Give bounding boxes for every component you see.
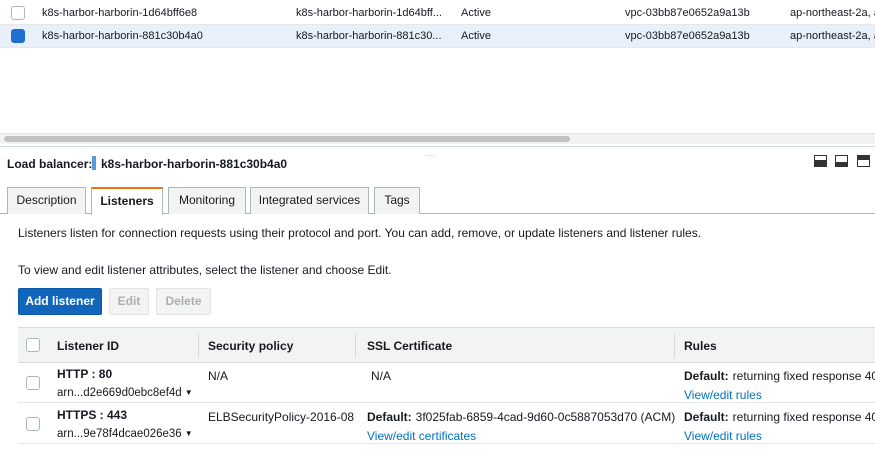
column-header[interactable]: Security policy [208,339,293,353]
row-checkbox[interactable] [11,6,25,20]
detail-tabs: Description Listeners Monitoring Integra… [0,187,875,215]
pane-splitter[interactable] [0,146,875,151]
lb-dns-cell: k8s-harbor-harborin-881c30... [296,30,442,42]
lb-name-cell: k8s-harbor-harborin-881c30b4a0 [42,30,203,42]
rules-default-label: Default: [684,410,729,424]
listener-arn[interactable]: arn...d2e669d0ebc8ef4d ▼ [57,387,193,399]
column-divider [198,334,199,358]
rules-summary: Default: returning fixed response 404 [684,369,875,383]
table-row[interactable]: HTTPS : 443 arn...9e78f4dcae026e36 ▼ ELBS… [18,404,875,444]
tab-monitoring[interactable]: Monitoring [168,187,246,214]
lb-dns-cell: k8s-harbor-harborin-1d64bff... [296,7,442,19]
ssl-default-label: Default: [367,410,412,424]
rules-value: returning fixed response 404 [732,369,875,383]
selection-marker [92,156,96,170]
table-header: Listener ID Security policy SSL Certific… [18,327,875,363]
lb-vpc-cell: vpc-03bb87e0652a9a13b [625,7,750,19]
column-divider [355,334,356,358]
layout-split-icon[interactable] [835,155,849,167]
ssl-value: N/A [371,369,392,383]
listener-id: HTTPS : 443 [57,408,128,422]
detail-label: Load balancer: [7,157,93,171]
row-checkbox[interactable] [26,417,40,431]
table-row[interactable]: k8s-harbor-harborin-1d64bff6e8 k8s-harbo… [0,2,875,25]
splitter-grip-icon[interactable]: ... [426,149,436,158]
table-row[interactable]: HTTP : 80 arn...d2e669d0ebc8ef4d ▼ N/A N/… [18,363,875,403]
listener-id: HTTP : 80 [57,367,113,381]
add-listener-button[interactable]: Add listener [18,288,102,315]
rules-value: returning fixed response 404 [732,410,875,424]
layout-toggle-group [814,155,875,169]
delete-button: Delete [156,288,211,315]
tab-description[interactable]: Description [7,187,86,214]
listener-arn-text: arn...d2e669d0ebc8ef4d [57,387,182,399]
rules-default-label: Default: [684,369,729,383]
detail-lb-name: k8s-harbor-harborin-881c30b4a0 [101,157,288,171]
view-edit-certificates-link[interactable]: View/edit certificates [367,429,476,443]
layout-bottom-icon[interactable] [814,155,827,167]
scrollbar-thumb[interactable] [4,136,570,142]
lb-state-cell: Active [461,7,491,19]
lb-vpc-cell: vpc-03bb87e0652a9a13b [625,30,750,42]
tab-tags[interactable]: Tags [374,187,420,214]
tab-integrated-services[interactable]: Integrated services [250,187,369,214]
ssl-certificate: N/A [367,369,391,383]
view-edit-rules-link[interactable]: View/edit rules [684,388,762,402]
caret-down-icon[interactable]: ▼ [185,388,193,397]
lb-az-cell: ap-northeast-2a, a [790,30,875,42]
listener-arn-text: arn...9e78f4dcae026e36 [57,428,182,440]
security-policy: N/A [208,369,229,383]
column-header[interactable]: Listener ID [57,339,119,353]
edit-button: Edit [109,288,149,315]
row-checkbox[interactable] [11,29,25,43]
column-divider [674,334,675,358]
security-policy: ELBSecurityPolicy-2016-08 [208,410,355,424]
rules-summary: Default: returning fixed response 404 [684,410,875,424]
lb-state-cell: Active [461,30,491,42]
caret-down-icon[interactable]: ▼ [185,429,193,438]
row-checkbox[interactable] [26,376,40,390]
horizontal-scrollbar[interactable] [0,133,875,144]
listeners-description: Listeners listen for connection requests… [18,226,702,240]
ssl-value: 3f025fab-6859-4cad-9d60-0c5887053d70 (AC… [415,410,676,424]
column-header[interactable]: SSL Certificate [367,339,452,353]
select-all-checkbox[interactable] [26,338,40,352]
layout-top-icon[interactable] [856,155,870,167]
table-row[interactable]: k8s-harbor-harborin-881c30b4a0 k8s-harbo… [0,25,875,48]
ssl-certificate: Default: 3f025fab-6859-4cad-9d60-0c588705… [367,410,675,424]
listener-arn[interactable]: arn...9e78f4dcae026e36 ▼ [57,428,193,440]
lb-name-cell: k8s-harbor-harborin-1d64bff6e8 [42,7,198,19]
lb-az-cell: ap-northeast-2a, a [790,7,875,19]
listeners-instruction: To view and edit listener attributes, se… [18,263,392,277]
tab-listeners[interactable]: Listeners [91,187,163,215]
view-edit-rules-link[interactable]: View/edit rules [684,429,762,443]
column-header[interactable]: Rules [684,339,717,353]
